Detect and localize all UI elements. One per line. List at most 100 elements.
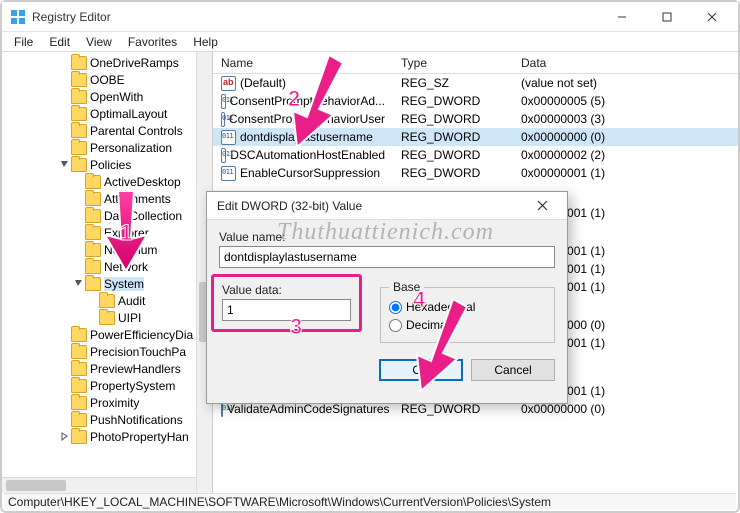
menu-edit[interactable]: Edit bbox=[41, 33, 78, 51]
tree-item[interactable]: PreviewHandlers bbox=[2, 360, 212, 377]
tree-item[interactable]: OpenWith bbox=[2, 88, 212, 105]
folder-icon bbox=[85, 226, 101, 240]
close-button[interactable] bbox=[689, 3, 734, 31]
value-row[interactable]: ConsentPromptBehaviorUserREG_DWORD0x0000… bbox=[213, 110, 738, 128]
folder-icon bbox=[85, 260, 101, 274]
tree-label: PreviewHandlers bbox=[90, 362, 181, 376]
tree-label: OOBE bbox=[90, 73, 125, 87]
tree-label: Attachments bbox=[104, 192, 171, 206]
tree-scrollbar-horizontal[interactable] bbox=[2, 477, 196, 493]
tree-item[interactable]: PushNotifications bbox=[2, 411, 212, 428]
menu-view[interactable]: View bbox=[78, 33, 120, 51]
folder-icon bbox=[71, 73, 87, 87]
radio-dec[interactable] bbox=[389, 319, 402, 332]
value-row[interactable]: (Default)REG_SZ(value not set) bbox=[213, 74, 738, 92]
menu-help[interactable]: Help bbox=[185, 33, 226, 51]
tree-item[interactable]: Network bbox=[2, 258, 212, 275]
folder-icon bbox=[71, 413, 87, 427]
window-titlebar: Registry Editor bbox=[2, 2, 738, 32]
tree-item[interactable]: Explorer bbox=[2, 224, 212, 241]
folder-icon bbox=[71, 345, 87, 359]
folder-icon bbox=[71, 141, 87, 155]
menu-file[interactable]: File bbox=[6, 33, 41, 51]
tree-item[interactable]: PrecisionTouchPa bbox=[2, 343, 212, 360]
column-data[interactable]: Data bbox=[513, 56, 738, 70]
registry-tree[interactable]: OneDriveRamps OOBE OpenWith OptimalLayoutPa… bbox=[2, 52, 213, 493]
tree-label: Explorer bbox=[104, 226, 149, 240]
tree-item[interactable]: PhotoPropertyHan bbox=[2, 428, 212, 445]
radio-hex[interactable] bbox=[389, 301, 402, 314]
value-type: REG_DWORD bbox=[393, 148, 513, 162]
tree-label: OptimalLayout bbox=[90, 107, 167, 121]
app-icon bbox=[10, 9, 26, 25]
tree-label: Policies bbox=[90, 158, 131, 172]
tree-label: PrecisionTouchPa bbox=[90, 345, 186, 359]
value-data: 0x00000000 (0) bbox=[513, 130, 738, 144]
tree-label: OpenWith bbox=[90, 90, 143, 104]
value-row[interactable]: dontdisplaylastusernameREG_DWORD0x000000… bbox=[213, 128, 738, 146]
tree-item[interactable]: Proximity bbox=[2, 394, 212, 411]
tree-item[interactable]: System bbox=[2, 275, 212, 292]
value-data: 0x00000000 (0) bbox=[513, 402, 738, 416]
tree-item[interactable]: NonEnum bbox=[2, 241, 212, 258]
folder-icon bbox=[71, 124, 87, 138]
reg-value-icon bbox=[221, 94, 226, 109]
tree-label: UIPI bbox=[118, 311, 141, 325]
expand-icon[interactable] bbox=[58, 432, 70, 441]
value-data-input[interactable] bbox=[222, 299, 351, 321]
tree-label: PhotoPropertyHan bbox=[90, 430, 189, 444]
value-data: 0x00000003 (3) bbox=[513, 112, 738, 126]
expand-icon[interactable] bbox=[58, 160, 70, 169]
value-row[interactable]: ConsentPromptBehaviorAd... REG_DWORD0x000… bbox=[213, 92, 738, 110]
value-type: REG_DWORD bbox=[393, 94, 513, 108]
reg-value-icon bbox=[221, 130, 236, 145]
folder-icon bbox=[71, 396, 87, 410]
value-data-label: Value data: bbox=[222, 283, 351, 297]
dialog-titlebar[interactable]: Edit DWORD (32-bit) Value bbox=[207, 192, 567, 220]
ok-button[interactable]: OK bbox=[379, 359, 463, 381]
menu-favorites[interactable]: Favorites bbox=[120, 33, 185, 51]
cancel-button[interactable]: Cancel bbox=[471, 359, 555, 381]
tree-item[interactable]: DataCollection bbox=[2, 207, 212, 224]
tree-item[interactable]: OptimalLayout bbox=[2, 105, 212, 122]
tree-item[interactable]: ActiveDesktop bbox=[2, 173, 212, 190]
column-name[interactable]: Name bbox=[213, 56, 393, 70]
dialog-close-button[interactable] bbox=[521, 193, 563, 219]
folder-icon bbox=[71, 90, 87, 104]
tree-item[interactable]: Attachments bbox=[2, 190, 212, 207]
tree-item[interactable]: Personalization bbox=[2, 139, 212, 156]
minimize-button[interactable] bbox=[599, 3, 644, 31]
value-data: 0x00000005 (5) bbox=[513, 94, 738, 108]
value-name-input[interactable] bbox=[219, 246, 555, 268]
tree-item[interactable]: PropertySystem bbox=[2, 377, 212, 394]
tree-item[interactable]: OOBE bbox=[2, 71, 212, 88]
tree-label: Personalization bbox=[90, 141, 172, 155]
value-row[interactable]: DSCAutomationHostEnabledREG_DWORD0x00000… bbox=[213, 146, 738, 164]
value-type: REG_SZ bbox=[393, 76, 513, 90]
maximize-button[interactable] bbox=[644, 3, 689, 31]
value-row[interactable]: EnableCursorSuppressionREG_DWORD0x000000… bbox=[213, 164, 738, 182]
expand-icon[interactable] bbox=[72, 279, 84, 288]
tree-item[interactable]: Policies bbox=[2, 156, 212, 173]
value-name: ConsentPromptBehaviorAd... bbox=[230, 94, 385, 108]
tree-item[interactable]: PowerEfficiencyDia bbox=[2, 326, 212, 343]
tree-item[interactable]: UIPI bbox=[2, 309, 212, 326]
column-type[interactable]: Type bbox=[393, 56, 513, 70]
column-headers[interactable]: Name Type Data bbox=[213, 52, 738, 74]
folder-icon bbox=[71, 430, 87, 444]
tree-item[interactable]: Parental Controls bbox=[2, 122, 212, 139]
reg-value-icon bbox=[221, 76, 236, 91]
folder-icon bbox=[99, 294, 115, 308]
tree-item[interactable]: Audit bbox=[2, 292, 212, 309]
tree-label: PropertySystem bbox=[90, 379, 175, 393]
tree-item[interactable]: OneDriveRamps bbox=[2, 54, 212, 71]
base-legend: Base bbox=[389, 280, 424, 294]
folder-icon bbox=[71, 328, 87, 342]
value-name: (Default) bbox=[240, 76, 286, 90]
tree-label: DataCollection bbox=[104, 209, 182, 223]
dialog-title: Edit DWORD (32-bit) Value bbox=[217, 199, 521, 213]
value-data: 0x00000001 (1) bbox=[513, 166, 738, 180]
status-path: Computer\HKEY_LOCAL_MACHINE\SOFTWARE\Mic… bbox=[8, 495, 551, 509]
value-data: 0x00000002 (2) bbox=[513, 148, 738, 162]
value-name-label: Value name: bbox=[219, 230, 555, 244]
